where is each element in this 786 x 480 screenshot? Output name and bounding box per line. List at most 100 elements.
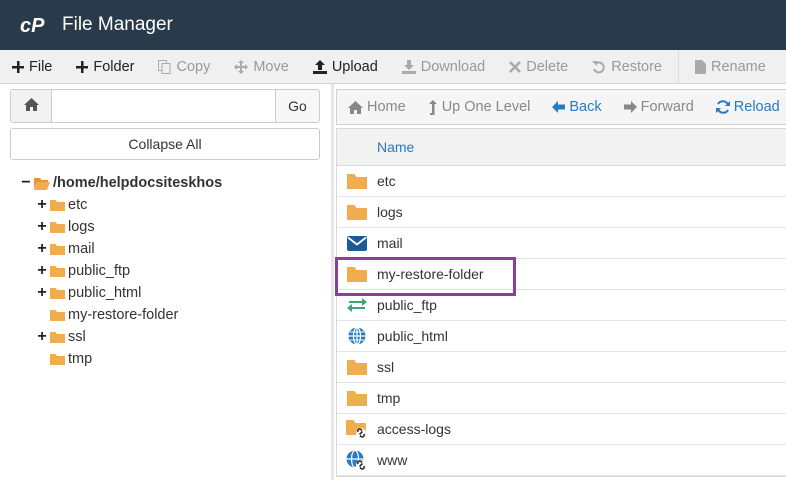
expand-toggle-icon[interactable]: + (36, 197, 48, 213)
move-icon (234, 59, 249, 74)
table-row[interactable]: logs (337, 197, 786, 228)
forward-button[interactable]: Forward (613, 90, 705, 124)
upload-button[interactable]: Upload (301, 50, 390, 83)
folder-open-icon (34, 177, 50, 190)
plus-icon (76, 60, 89, 73)
table-row[interactable]: etc (337, 166, 786, 197)
table-row[interactable]: public_ftp (337, 290, 786, 321)
folder-icon (50, 199, 65, 211)
folder-icon (50, 287, 65, 299)
table-row[interactable]: www (337, 445, 786, 476)
expand-toggle-icon[interactable]: + (36, 241, 48, 257)
cpanel-logo-icon[interactable]: cP (20, 14, 52, 36)
globe-icon (337, 327, 377, 345)
collapse-all-button[interactable]: Collapse All (10, 128, 320, 160)
rename-label: Rename (710, 58, 766, 75)
svg-text:cP: cP (20, 15, 45, 36)
tree-item-label: public_ftp (68, 263, 131, 279)
table-row[interactable]: public_html (337, 321, 786, 352)
move-button[interactable]: Move (222, 50, 300, 83)
rename-button[interactable]: Rename (683, 50, 778, 83)
file-name: access-logs (377, 421, 451, 437)
folder-link-icon (337, 419, 377, 439)
collapse-toggle-icon[interactable]: − (20, 175, 32, 191)
folder-icon (337, 390, 377, 406)
folder-icon (337, 359, 377, 375)
up-level-icon (428, 99, 438, 115)
download-label: Download (420, 58, 486, 75)
tree-item-label: mail (68, 241, 95, 257)
tree-item-public-ftp[interactable]: + public_ftp (36, 260, 130, 282)
upload-label: Upload (331, 58, 378, 75)
rename-icon (694, 59, 706, 74)
restore-label: Restore (611, 58, 662, 75)
tree-item-mail[interactable]: + mail (36, 238, 95, 260)
delete-icon (509, 60, 522, 73)
upload-icon (312, 59, 327, 74)
forward-label: Forward (640, 99, 694, 115)
tree-item-label: my-restore-folder (68, 307, 179, 323)
new-folder-label: Folder (93, 58, 135, 75)
tree-item-label: ssl (68, 329, 86, 345)
expand-toggle-icon[interactable]: + (36, 219, 48, 235)
path-input[interactable] (52, 90, 275, 122)
expand-toggle-icon[interactable]: + (36, 263, 48, 279)
tree-root[interactable]: − /home/helpdocsiteskhos (20, 172, 222, 194)
file-table: Name etc logs mail my-restore-folder pub… (335, 128, 786, 477)
expand-toggle-icon[interactable]: + (36, 285, 48, 301)
table-row[interactable]: tmp (337, 383, 786, 414)
tree-item-logs[interactable]: + logs (36, 216, 95, 238)
home-icon (348, 100, 363, 114)
copy-icon (158, 59, 171, 74)
delete-button[interactable]: Delete (497, 50, 580, 83)
new-folder-button[interactable]: Folder (64, 50, 146, 83)
expand-toggle-icon[interactable]: + (36, 329, 48, 345)
home-icon (23, 98, 39, 114)
file-name: my-restore-folder (377, 266, 484, 282)
file-name: mail (377, 235, 403, 251)
folder-icon (50, 265, 65, 277)
go-button[interactable]: Go (275, 90, 319, 122)
up-one-level-button[interactable]: Up One Level (417, 90, 542, 124)
file-name: ssl (377, 359, 395, 375)
name-column-header[interactable]: Name (377, 139, 414, 155)
back-button[interactable]: Back (541, 90, 612, 124)
mail-icon (337, 235, 377, 251)
new-file-button[interactable]: File (0, 50, 64, 83)
globe-link-icon (337, 449, 377, 471)
reload-label: Reload (733, 99, 780, 115)
copy-label: Copy (176, 58, 211, 75)
restore-button[interactable]: Restore (580, 50, 674, 83)
folder-icon (50, 309, 65, 321)
tree-item-label: public_html (68, 285, 142, 301)
tree-item-tmp[interactable]: tmp (50, 348, 92, 370)
file-name: www (377, 452, 408, 468)
navigation-bar: Home Up One Level Back Forward Reload (336, 89, 786, 125)
toolbar-separator (677, 50, 679, 83)
table-header: Name (337, 129, 786, 166)
file-name: public_html (377, 328, 448, 344)
table-row[interactable]: access-logs (337, 414, 786, 445)
table-row[interactable]: mail (337, 228, 786, 259)
tree-item-etc[interactable]: + etc (36, 194, 87, 216)
ftp-transfer-icon (337, 297, 377, 313)
tree-item-ssl[interactable]: + ssl (36, 326, 86, 348)
arrow-right-icon (623, 101, 637, 113)
home-nav-button[interactable]: Home (337, 90, 417, 124)
reload-icon (715, 100, 730, 114)
path-home-button[interactable] (11, 90, 52, 122)
copy-button[interactable]: Copy (146, 50, 222, 83)
reload-button[interactable]: Reload (705, 90, 786, 124)
move-label: Move (253, 58, 289, 75)
tree-item-my-restore-folder[interactable]: my-restore-folder (50, 304, 178, 326)
folder-icon (50, 331, 65, 343)
delete-label: Delete (526, 58, 569, 75)
file-name: public_ftp (377, 297, 437, 313)
tree-item-public-html[interactable]: + public_html (36, 282, 141, 304)
table-row-highlighted[interactable]: my-restore-folder (335, 257, 786, 296)
tree-root-label: /home/helpdocsiteskhos (53, 175, 223, 191)
download-button[interactable]: Download (390, 50, 498, 83)
plus-icon (12, 60, 24, 73)
tree-item-label: logs (68, 219, 95, 235)
table-row[interactable]: ssl (337, 352, 786, 383)
